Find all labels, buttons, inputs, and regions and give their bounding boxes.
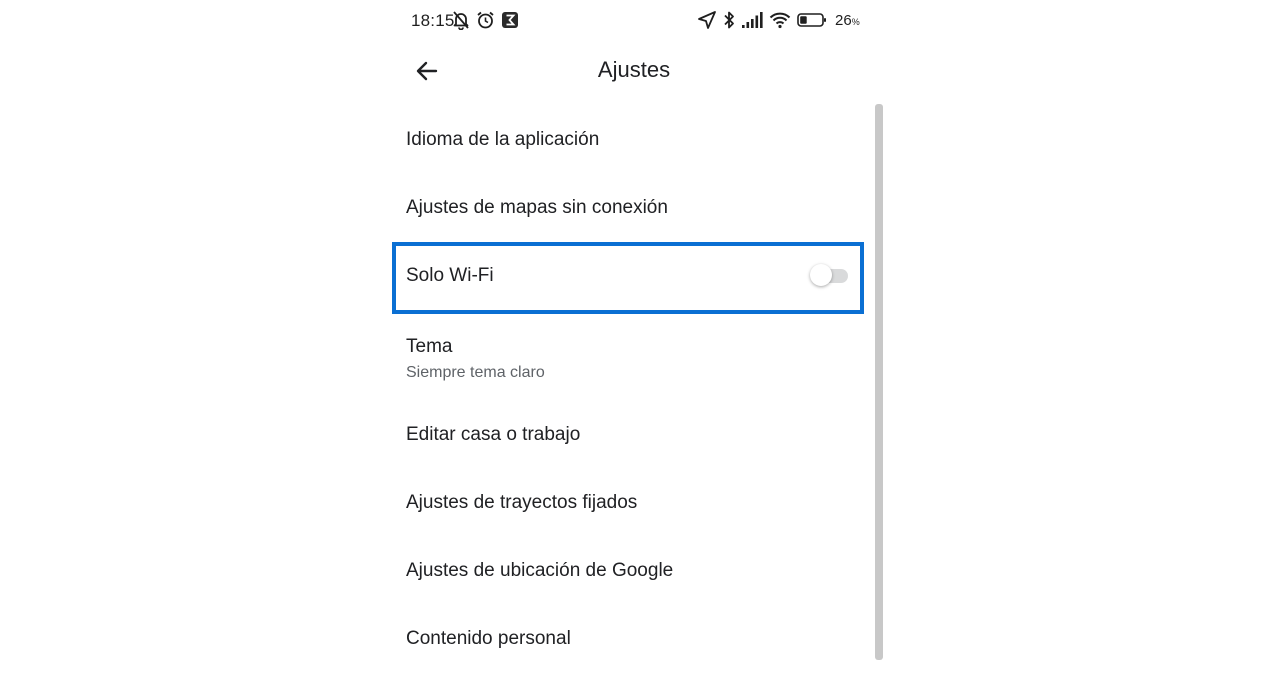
wifi-icon (769, 11, 791, 29)
battery-icon (797, 12, 827, 28)
setting-label: Editar casa o trabajo (406, 424, 581, 445)
alarm-clock-icon (476, 10, 495, 30)
status-right-icons: 26% (697, 10, 860, 30)
setting-label: Contenido personal (406, 628, 571, 649)
setting-edit-home-work[interactable]: Editar casa o trabajo (392, 401, 862, 469)
page-title: Ajustes (597, 57, 671, 82)
settings-list: Idioma de la aplicación Ajustes de mapas… (392, 106, 864, 673)
setting-label: Tema (406, 336, 453, 357)
setting-label: Ajustes de trayectos fijados (406, 492, 638, 513)
setting-label: Solo Wi-Fi (406, 265, 494, 286)
app-header: Ajustes (395, 44, 875, 98)
setting-google-location[interactable]: Ajustes de ubicación de Google (392, 537, 862, 605)
setting-label: Ajustes de ubicación de Google (406, 560, 674, 581)
setting-offline-maps[interactable]: Ajustes de mapas sin conexión (392, 174, 862, 242)
toggle-thumb (810, 264, 832, 286)
setting-personal-content[interactable]: Contenido personal (392, 605, 862, 673)
setting-app-language[interactable]: Idioma de la aplicación (392, 106, 862, 174)
setting-sublabel: Siempre tema claro (406, 364, 545, 381)
setting-theme[interactable]: Tema Siempre tema claro (392, 310, 862, 401)
status-bar: 18:15 26% (0, 0, 1268, 44)
battery-percent-value: 26 (835, 11, 852, 29)
bell-muted-icon (452, 10, 470, 30)
setting-pinned-trips[interactable]: Ajustes de trayectos fijados (392, 469, 862, 537)
setting-label: Ajustes de mapas sin conexión (406, 197, 668, 218)
signal-bars-icon (741, 11, 763, 29)
wifi-only-toggle[interactable] (810, 264, 848, 286)
location-arrow-icon (697, 10, 717, 30)
status-left-icons (452, 10, 519, 30)
scrollbar[interactable] (875, 104, 883, 660)
app-notification-icon (501, 11, 519, 29)
battery-percentage: 26% (835, 12, 860, 29)
battery-percent-sign: % (851, 16, 860, 27)
setting-wifi-only[interactable]: Solo Wi-Fi (392, 242, 864, 314)
status-time: 18:15 (411, 11, 455, 30)
setting-label: Idioma de la aplicación (406, 129, 600, 150)
bluetooth-icon (723, 10, 735, 30)
